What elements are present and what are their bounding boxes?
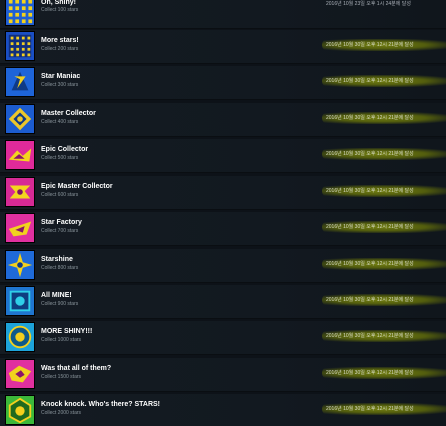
achievement-row[interactable]: Star Maniac Collect 300 stars 2016년 10월 30… [0, 66, 446, 100]
more-shiny-icon [5, 322, 35, 352]
achievement-title: Was that all of them? [41, 365, 112, 372]
knock-knock-icon [5, 395, 35, 425]
unlock-date-badge: 2016년 10월 30일 오후 12시 21분에 달성 [318, 75, 446, 87]
achievement-description: Collect 900 stars [41, 301, 79, 307]
achievement-description: Collect 400 stars [41, 119, 79, 125]
achievement-row[interactable]: All MINE! Collect 900 stars 2016년 10월 30일 … [0, 285, 446, 319]
unlock-date: 2016년 10월 30일 오후 12시 21분에 달성 [326, 406, 414, 412]
achievement-row[interactable]: MORE SHINY!!! Collect 1000 stars 2016년 10월… [0, 321, 446, 355]
unlock-date-badge: 2016년 10월 30일 오후 12시 21분에 달성 [318, 39, 446, 51]
achievement-description: Collect 100 stars [41, 7, 79, 13]
achievement-description: Collect 1000 stars [41, 337, 82, 343]
achievement-row[interactable]: Star Factory Collect 700 stars 2016년 10월 3… [0, 212, 446, 246]
achievement-title: Epic Master Collector [41, 183, 113, 190]
blue-grid-icon [5, 31, 35, 61]
star-maniac-icon [5, 67, 35, 97]
unlock-date-badge: 2016년 10월 30일 오후 12시 21분에 달성 [318, 112, 446, 124]
achievement-title: MORE SHINY!!! [41, 328, 93, 335]
achievement-title: Oh, Shiny! [41, 0, 76, 6]
master-collector-icon [5, 104, 35, 134]
unlock-date-badge: 2016년 10월 30일 오후 12시 21분에 달성 [318, 185, 446, 197]
achievement-list[interactable]: Oh, Shiny! Collect 100 stars 2016년 10월 23일… [0, 0, 446, 426]
unlock-date: 2016년 10월 30일 오후 12시 21분에 달성 [326, 261, 414, 267]
unlock-date-badge: 2016년 10월 23일 오후 1시 24분에 달성 [318, 0, 446, 10]
was-that-all-icon [5, 359, 35, 389]
achievement-row[interactable]: More stars! Collect 200 stars 2016년 10월 30… [0, 30, 446, 64]
achievement-row[interactable]: Oh, Shiny! Collect 100 stars 2016년 10월 23일… [0, 0, 446, 29]
unlock-date-badge: 2016년 10월 30일 오후 12시 21분에 달성 [318, 367, 446, 379]
unlock-date: 2016년 10월 23일 오후 1시 24분에 달성 [326, 1, 411, 7]
achievement-title: Star Maniac [41, 73, 81, 80]
achievement-row[interactable]: Epic Master Collector Collect 600 stars 20… [0, 176, 446, 210]
achievement-description: Collect 1500 stars [41, 374, 82, 380]
unlock-date-badge: 2016년 10월 30일 오후 12시 21분에 달성 [318, 330, 446, 342]
unlock-date-badge: 2016년 10월 30일 오후 12시 21분에 달성 [318, 148, 446, 160]
star-factory-icon [5, 213, 35, 243]
achievement-description: Collect 500 stars [41, 155, 79, 161]
unlock-date: 2016년 10월 30일 오후 12시 21분에 달성 [326, 42, 414, 48]
achievement-row[interactable]: Epic Collector Collect 500 stars 2016년 10월… [0, 139, 446, 173]
achievement-title: Master Collector [41, 110, 96, 117]
unlock-date: 2016년 10월 30일 오후 12시 21분에 달성 [326, 224, 414, 230]
unlock-date-badge: 2016년 10월 30일 오후 12시 21분에 달성 [318, 221, 446, 233]
unlock-date: 2016년 10월 30일 오후 12시 21분에 달성 [326, 333, 414, 339]
achievement-description: Collect 200 stars [41, 46, 79, 52]
all-mine-icon [5, 286, 35, 316]
epic-collector-icon [5, 140, 35, 170]
achievement-title: Knock knock. Who's there? STARS! [41, 401, 160, 408]
achievement-row[interactable]: Starshine Collect 800 stars 2016년 10월 30일 … [0, 249, 446, 283]
achievement-row[interactable]: Was that all of them? Collect 1500 stars 2… [0, 358, 446, 392]
achievement-title: More stars! [41, 37, 79, 44]
achievement-title: Starshine [41, 256, 73, 263]
achievement-row[interactable]: Knock knock. Who's there? STARS! Collect … [0, 394, 446, 426]
achievement-description: Collect 2000 stars [41, 410, 82, 416]
achievement-title: Epic Collector [41, 146, 89, 153]
achievement-description: Collect 700 stars [41, 228, 79, 234]
unlock-date-badge: 2016년 10월 30일 오후 12시 21분에 달성 [318, 258, 446, 270]
achievement-description: Collect 800 stars [41, 265, 79, 271]
unlock-date: 2016년 10월 30일 오후 12시 21분에 달성 [326, 297, 414, 303]
achievement-row[interactable]: Master Collector Collect 400 stars 2016년 1… [0, 103, 446, 137]
unlock-date: 2016년 10월 30일 오후 12시 21분에 달성 [326, 115, 414, 121]
achievement-title: Star Factory [41, 219, 82, 226]
yellow-grid-icon [5, 0, 35, 26]
unlock-date: 2016년 10월 30일 오후 12시 21분에 달성 [326, 151, 414, 157]
starshine-icon [5, 250, 35, 280]
unlock-date: 2016년 10월 30일 오후 12시 21분에 달성 [326, 188, 414, 194]
unlock-date: 2016년 10월 30일 오후 12시 21분에 달성 [326, 370, 414, 376]
unlock-date: 2016년 10월 30일 오후 12시 21분에 달성 [326, 78, 414, 84]
epic-master-collector-icon [5, 177, 35, 207]
achievement-description: Collect 600 stars [41, 192, 79, 198]
unlock-date-badge: 2016년 10월 30일 오후 12시 21분에 달성 [318, 294, 446, 306]
achievement-title: All MINE! [41, 292, 72, 299]
achievement-description: Collect 300 stars [41, 82, 79, 88]
unlock-date-badge: 2016년 10월 30일 오후 12시 21분에 달성 [318, 403, 446, 415]
